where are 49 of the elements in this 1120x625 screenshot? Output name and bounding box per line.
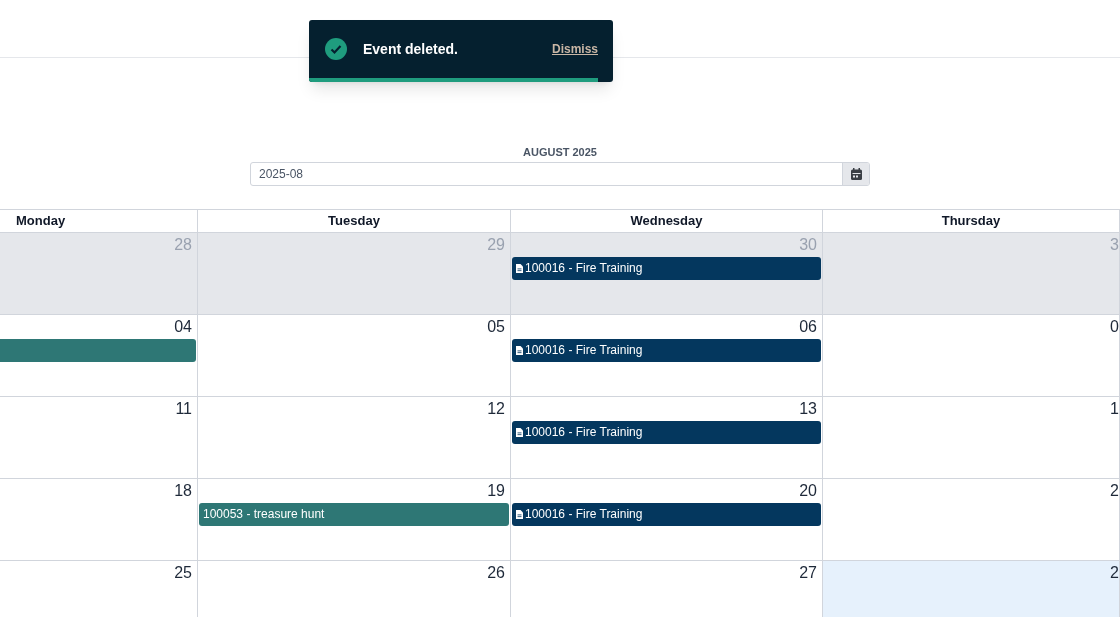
date-number: 1 — [1110, 398, 1119, 419]
day-cell[interactable]: 30 100016 - Fire Training — [511, 232, 823, 314]
date-number: 18 — [174, 480, 193, 501]
event-bar[interactable]: 100053 - treasure hunt — [199, 502, 509, 526]
calendar-button[interactable] — [842, 162, 869, 185]
date-number: 27 — [799, 562, 818, 583]
day-header: Wednesday — [630, 212, 703, 228]
document-icon — [516, 509, 523, 519]
event-bar[interactable]: 100016 - Fire Training — [512, 502, 821, 526]
toast-message: Event deleted. — [363, 39, 458, 59]
day-cell[interactable]: 19 100053 - treasure hunt — [198, 478, 511, 560]
event-bar[interactable] — [0, 338, 196, 362]
date-number: 25 — [174, 562, 193, 583]
date-number: 05 — [487, 316, 506, 337]
document-icon — [516, 263, 523, 273]
month-field[interactable]: 2025-08 — [250, 161, 870, 186]
calendar-icon — [850, 167, 862, 180]
check-icon — [324, 37, 348, 61]
date-number: 2 — [1110, 562, 1119, 583]
event-bar[interactable]: 100016 - Fire Training — [512, 420, 821, 444]
date-number: 19 — [487, 480, 506, 501]
date-number: 12 — [487, 398, 506, 419]
event-bar[interactable]: 100016 - Fire Training — [512, 256, 821, 280]
dismiss-link[interactable]: Dismiss — [551, 40, 598, 58]
day-cell[interactable]: 06 100016 - Fire Training — [511, 314, 823, 396]
month-label: AUGUST 2025 — [523, 145, 597, 160]
date-number: 26 — [487, 562, 506, 583]
month-value: 2025-08 — [258, 165, 305, 183]
document-icon — [516, 427, 523, 437]
date-number: 29 — [487, 234, 506, 255]
date-number: 28 — [174, 234, 193, 255]
day-cell[interactable]: 04 — [0, 314, 198, 396]
date-number: 0 — [1110, 316, 1119, 337]
day-cell[interactable]: 20 100016 - Fire Training — [511, 478, 823, 560]
date-number: 06 — [799, 316, 818, 337]
document-icon — [516, 345, 523, 355]
day-header: Monday — [16, 212, 66, 228]
date-number: 13 — [799, 398, 818, 419]
date-number: 30 — [799, 234, 818, 255]
date-number: 11 — [175, 398, 193, 419]
day-header: Thursday — [941, 212, 1001, 228]
date-number: 04 — [174, 316, 193, 337]
date-number: 3 — [1110, 234, 1119, 255]
day-header: Tuesday — [328, 212, 380, 228]
date-number: 2 — [1110, 480, 1119, 501]
date-number: 20 — [799, 480, 818, 501]
day-cell[interactable]: 13 100016 - Fire Training — [511, 396, 823, 478]
event-bar[interactable]: 100016 - Fire Training — [512, 338, 821, 362]
day-cell[interactable]: 2 — [823, 560, 1120, 617]
